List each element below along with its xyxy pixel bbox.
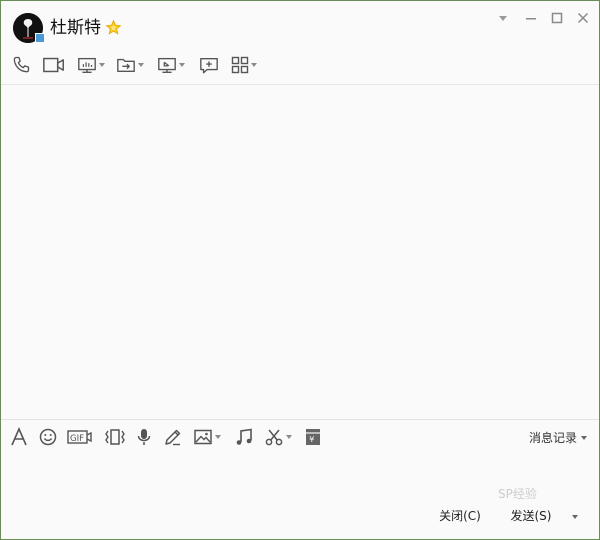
screenshot-button[interactable] <box>264 425 292 449</box>
send-label: 发送(S) <box>510 509 552 523</box>
screen-share-button[interactable] <box>77 53 105 77</box>
title-bar: 杜斯特 <box>1 1 599 53</box>
voice-icon <box>135 427 153 447</box>
chevron-down-icon <box>99 63 105 67</box>
add-chat-button[interactable] <box>199 53 219 77</box>
red-packet-button[interactable]: ¥ <box>304 425 322 449</box>
screen-share-icon <box>77 55 97 75</box>
shake-button[interactable] <box>104 425 126 449</box>
message-history-link[interactable]: 消息记录 <box>529 429 588 446</box>
image-button[interactable] <box>193 425 221 449</box>
video-camera-icon <box>42 55 66 75</box>
contact-name[interactable]: 杜斯特 <box>50 18 101 38</box>
svg-text:¥: ¥ <box>309 435 314 444</box>
apps-button[interactable] <box>231 53 257 77</box>
close-icon[interactable] <box>575 10 591 26</box>
add-chat-icon <box>199 55 219 75</box>
top-toolbar <box>1 53 599 83</box>
emoji-button[interactable] <box>38 425 58 449</box>
apps-grid-icon <box>231 56 249 74</box>
maximize-icon[interactable] <box>549 10 565 26</box>
font-button[interactable] <box>9 425 29 449</box>
chevron-down-icon <box>179 63 185 67</box>
image-icon <box>193 427 213 447</box>
minimize-icon[interactable] <box>523 10 539 26</box>
voice-button[interactable] <box>135 425 153 449</box>
phone-icon <box>11 55 31 75</box>
red-packet-icon: ¥ <box>304 427 322 447</box>
chevron-down-icon <box>251 63 257 67</box>
video-call-button[interactable] <box>42 53 66 77</box>
message-history-label: 消息记录 <box>529 431 578 445</box>
remote-desktop-button[interactable] <box>157 53 185 77</box>
chat-window: 杜斯特 GIF ¥ 消息记录 SP经验 关闭(C) 发送(S) <box>1 1 599 539</box>
chevron-down-icon <box>286 435 292 439</box>
message-history-area[interactable] <box>1 85 599 419</box>
shake-icon <box>104 427 126 447</box>
status-badge <box>35 33 45 43</box>
file-transfer-button[interactable] <box>116 53 144 77</box>
input-toolbar: GIF ¥ <box>1 425 599 451</box>
music-button[interactable] <box>234 425 254 449</box>
chevron-down-icon <box>581 435 588 440</box>
music-icon <box>234 427 254 447</box>
svg-text:GIF: GIF <box>70 434 84 444</box>
font-icon <box>9 427 29 447</box>
close-button[interactable]: 关闭(C) <box>427 504 493 528</box>
chevron-down-icon <box>138 63 144 67</box>
emoji-icon <box>38 427 58 447</box>
chevron-down-icon <box>215 435 221 439</box>
dropdown-icon[interactable] <box>495 10 511 26</box>
star-icon[interactable] <box>105 19 122 36</box>
watermark: SP经验 <box>498 487 537 501</box>
screenshot-scissors-icon <box>264 427 284 447</box>
send-options-dropdown[interactable] <box>567 510 583 524</box>
file-transfer-icon <box>116 55 136 75</box>
phone-button[interactable] <box>11 53 31 77</box>
gif-button[interactable]: GIF <box>67 425 93 449</box>
gif-icon: GIF <box>67 427 93 447</box>
pen-icon <box>163 427 183 447</box>
divider <box>1 419 599 420</box>
pen-button[interactable] <box>163 425 183 449</box>
remote-desktop-icon <box>157 55 177 75</box>
